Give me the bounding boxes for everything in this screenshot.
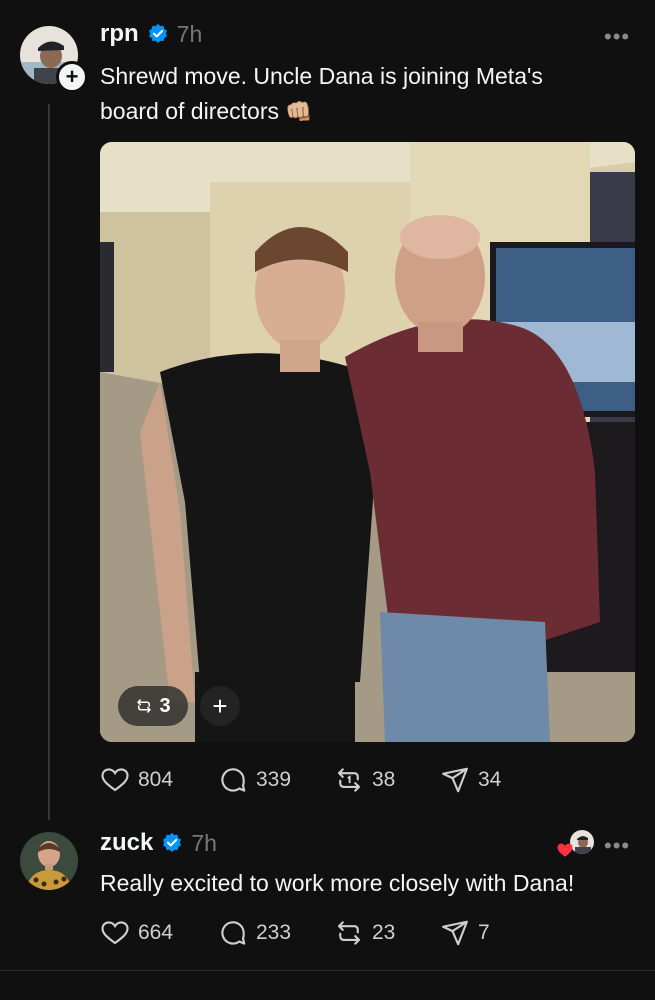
reply-button[interactable]: 233 — [218, 918, 291, 948]
more-icon[interactable]: ••• — [604, 833, 630, 859]
post-text: Shrewd move. Uncle Dana is joining Meta'… — [100, 59, 640, 129]
share-button[interactable]: 34 — [440, 765, 501, 795]
username[interactable]: zuck — [100, 829, 153, 857]
repost-button[interactable]: 38 — [334, 765, 395, 795]
username[interactable]: rpn — [100, 20, 139, 48]
post-text-line-2: board of directors 👊🏼 — [100, 94, 640, 129]
reply-count: 233 — [256, 921, 292, 944]
reply-icon — [221, 921, 246, 945]
avatar-zuck[interactable] — [20, 832, 78, 890]
reply-count: 339 — [256, 768, 292, 791]
post-text-line-1: Shrewd move. Uncle Dana is joining Meta'… — [100, 63, 543, 89]
post-time: 7h — [176, 20, 203, 47]
repost-icon — [337, 768, 361, 792]
heart-icon — [101, 921, 129, 945]
like-button[interactable]: 804 — [100, 765, 173, 795]
share-count: 34 — [478, 768, 502, 791]
heart-icon — [101, 768, 129, 792]
post-text: Really excited to work more closely with… — [100, 870, 575, 896]
like-button[interactable]: 664 — [100, 918, 173, 948]
fist-emoji: 👊🏼 — [285, 99, 313, 124]
share-count: 7 — [478, 921, 490, 944]
heart-icon — [557, 843, 573, 857]
follow-plus-icon[interactable]: + — [56, 61, 88, 93]
plus-icon: + — [212, 690, 228, 721]
repost-count-pill[interactable]: 3 — [118, 686, 188, 726]
post-divider — [0, 970, 655, 971]
liked-by-author-indicator — [556, 830, 596, 860]
repost-count: 38 — [372, 768, 396, 791]
share-icon — [442, 920, 468, 946]
verified-icon — [148, 23, 167, 43]
like-count: 664 — [138, 921, 174, 944]
repost-icon — [337, 921, 361, 945]
share-icon — [442, 767, 468, 793]
repost-icon — [137, 699, 152, 713]
repost-button[interactable]: 23 — [334, 918, 395, 948]
reply-icon — [221, 768, 246, 792]
add-plus-button[interactable]: + — [200, 686, 240, 726]
more-icon[interactable]: ••• — [604, 24, 630, 50]
reply-button[interactable]: 339 — [218, 765, 291, 795]
repost-count: 23 — [372, 921, 396, 944]
post-header: zuck 7h — [100, 829, 217, 857]
post-time: 7h — [191, 829, 217, 856]
post-photo[interactable]: 3 + — [100, 142, 635, 742]
post-header: rpn 7h — [100, 20, 202, 48]
repost-count: 3 — [159, 694, 171, 717]
like-count: 804 — [138, 768, 174, 791]
share-button[interactable]: 7 — [440, 918, 490, 948]
thread-line — [48, 104, 50, 820]
post-text-line-2-text: board of directors — [100, 98, 279, 124]
verified-icon — [163, 832, 182, 852]
